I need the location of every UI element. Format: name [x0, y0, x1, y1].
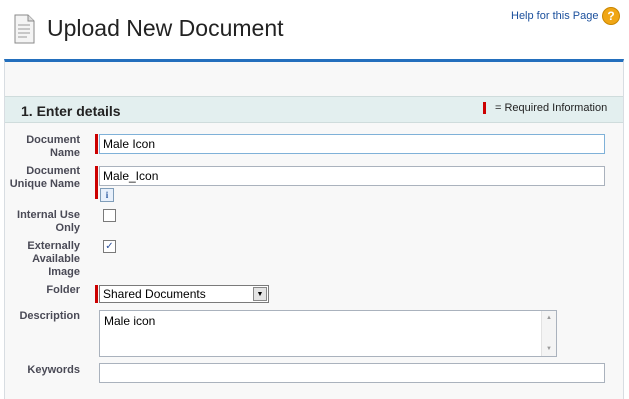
folder-selected-value: Shared Documents	[103, 287, 206, 301]
description-value: Male icon	[104, 314, 156, 328]
help-link[interactable]: Help for this Page	[511, 10, 598, 22]
required-marker	[95, 166, 98, 199]
folder-select[interactable]: Shared Documents ▼	[99, 285, 269, 303]
required-marker	[483, 102, 486, 115]
required-legend-text: = Required Information	[495, 102, 608, 114]
keywords-label: Keywords	[27, 364, 80, 376]
info-icon[interactable]: i	[100, 188, 114, 202]
internal-use-only-checkbox[interactable]	[103, 209, 116, 222]
required-legend: = Required Information	[483, 102, 608, 115]
scroll-down-icon[interactable]: ▼	[542, 342, 556, 356]
required-marker	[95, 285, 98, 303]
document-unique-name-input[interactable]: Male_Icon	[99, 166, 605, 186]
internal-use-only-label: Internal Use Only	[17, 209, 80, 234]
chevron-down-icon[interactable]: ▼	[253, 287, 267, 301]
externally-available-image-checkbox[interactable]: ✓	[103, 240, 116, 253]
form-body: Document Name Male Icon Document Unique …	[5, 123, 623, 395]
description-label: Description	[19, 310, 80, 322]
section-header: 1. Enter details = Required Information	[5, 96, 623, 123]
document-unique-name-label: Document Unique Name	[9, 165, 80, 190]
document-icon	[14, 14, 35, 44]
document-name-label: Document Name	[26, 134, 80, 159]
help-icon[interactable]: ?	[602, 7, 620, 25]
keywords-input[interactable]	[99, 363, 605, 383]
section-title: 1. Enter details	[21, 103, 121, 119]
externally-available-image-label: Externally Available Image	[27, 240, 80, 278]
required-marker	[95, 134, 98, 154]
document-name-input[interactable]: Male Icon	[99, 134, 605, 154]
scroll-up-icon[interactable]: ▲	[542, 311, 556, 325]
description-scrollbar[interactable]: ▲ ▼	[541, 311, 556, 356]
page-title: Upload New Document	[47, 15, 284, 41]
folder-label: Folder	[46, 284, 80, 296]
description-textarea[interactable]: Male icon ▲ ▼	[99, 310, 557, 357]
